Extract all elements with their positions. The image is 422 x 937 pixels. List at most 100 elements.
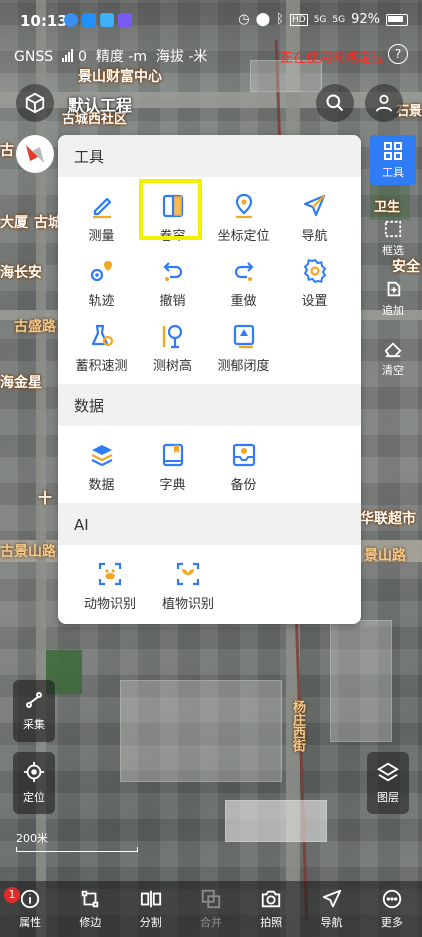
locate-label: 定位 xyxy=(23,791,45,804)
tool-tree-height[interactable]: 测树高 xyxy=(137,315,208,380)
nav-more[interactable]: 更多 xyxy=(362,881,422,937)
map-label: 十 xyxy=(38,491,52,507)
tool-plant-recognition[interactable]: 植物识别 xyxy=(146,553,230,618)
nav-edge-edit[interactable]: 修边 xyxy=(60,881,120,937)
search-button[interactable] xyxy=(316,84,354,122)
status-icons: ◷ ⬤ ᛒ HD 5G 5G 92% xyxy=(238,12,408,27)
collect-label: 采集 xyxy=(23,718,45,731)
navigate-icon xyxy=(322,889,341,908)
gnss-label: GNSS xyxy=(14,49,54,65)
battery-percent: 92% xyxy=(351,12,380,27)
tool-label: 导航 xyxy=(301,229,328,244)
edge-edit-icon xyxy=(82,890,99,908)
section-title-tools: 工具 xyxy=(58,135,361,177)
location-icon: ⬤ xyxy=(255,12,271,27)
signal-icon: 5G xyxy=(313,14,327,25)
tool-undo[interactable]: 撤销 xyxy=(137,250,208,315)
track-icon xyxy=(90,261,112,282)
tool-label: 重做 xyxy=(230,294,257,309)
tool-label: 动物识别 xyxy=(83,597,136,612)
tool-label: 字典 xyxy=(159,478,186,493)
highlight-box xyxy=(139,179,202,240)
battery-icon xyxy=(386,13,408,26)
map-label: 海长安 xyxy=(0,265,42,281)
network-location-warning[interactable]: 正在使用网络定位 xyxy=(280,47,384,66)
map-pin-icon xyxy=(235,193,252,219)
nav-split[interactable]: 分割 xyxy=(121,881,181,937)
merge-icon xyxy=(201,889,221,909)
append-button[interactable]: 追加 xyxy=(370,274,416,324)
satellite-signal-icon xyxy=(61,49,74,66)
section-title-ai: AI xyxy=(58,503,361,545)
map-road-label: 古景山路 xyxy=(0,544,56,560)
accuracy-text: 精度 -m xyxy=(95,49,147,65)
tools-panel: 工具 测量 卷帘 坐标定位 导航 轨迹 撤销 重做 设置 蓄积速测 测树高 测郁… xyxy=(58,135,361,624)
ruler-pencil-icon xyxy=(92,197,111,219)
scale-text: 200米 xyxy=(16,832,48,845)
tool-label: 轨迹 xyxy=(88,294,115,309)
map-scale: 200米 xyxy=(16,830,138,852)
tool-navigation[interactable]: 导航 xyxy=(279,185,350,250)
tools-button[interactable]: 工具 xyxy=(370,135,416,185)
nav-attributes[interactable]: 1 属性 xyxy=(0,881,60,937)
more-dots-icon xyxy=(382,889,401,909)
altitude-text: 海拔 -米 xyxy=(155,49,208,65)
grid-tools-icon xyxy=(384,141,402,160)
tool-track[interactable]: 轨迹 xyxy=(66,250,137,315)
clear-label: 清空 xyxy=(382,364,404,377)
collect-button[interactable]: 采集 xyxy=(13,680,55,742)
tool-stock-measure[interactable]: 蓄积速测 xyxy=(66,315,137,380)
tool-label: 测郁闭度 xyxy=(217,359,270,374)
append-icon xyxy=(387,281,401,297)
locate-button[interactable]: 定位 xyxy=(13,752,55,814)
nav-label: 分割 xyxy=(139,916,162,929)
help-button[interactable]: ? xyxy=(388,44,408,64)
tool-measure[interactable]: 测量 xyxy=(66,185,137,250)
compass-icon xyxy=(26,145,44,163)
tools-label: 工具 xyxy=(382,165,404,179)
project-cube-button[interactable] xyxy=(16,84,54,122)
bottom-nav: 1 属性 修边 分割 合并 拍照 导航 更多 xyxy=(0,881,422,937)
satellite-count: 0 xyxy=(78,49,87,65)
crosshair-icon xyxy=(23,761,45,783)
eraser-icon xyxy=(384,342,402,358)
tool-label: 测量 xyxy=(88,229,115,244)
nav-label: 属性 xyxy=(19,916,42,929)
tool-label: 撤销 xyxy=(159,294,186,309)
compass-button[interactable] xyxy=(16,135,54,173)
tool-coordinate-locate[interactable]: 坐标定位 xyxy=(208,185,279,250)
box-select-button[interactable]: 框选 xyxy=(370,214,416,264)
status-bar: 10:13 ◷ ⬤ ᛒ HD 5G 5G 92% xyxy=(0,0,422,40)
tool-label: 数据 xyxy=(88,478,115,493)
box-select-icon xyxy=(384,220,402,238)
nav-camera[interactable]: 拍照 xyxy=(241,881,301,937)
alarm-icon: ◷ xyxy=(238,12,250,27)
animal-scan-icon xyxy=(98,562,122,586)
tool-backup[interactable]: 备份 xyxy=(208,434,279,499)
gear-icon xyxy=(303,258,326,284)
nav-navigate[interactable]: 导航 xyxy=(301,881,361,937)
map-label: 华联超市 xyxy=(360,511,416,527)
tool-dictionary[interactable]: 字典 xyxy=(137,434,208,499)
nav-label: 拍照 xyxy=(260,916,283,929)
tool-label: 测树高 xyxy=(152,359,192,374)
map-label: 卫生 xyxy=(374,200,401,215)
data-grid: 数据 字典 备份 xyxy=(58,426,361,503)
nav-merge[interactable]: 合并 xyxy=(181,881,241,937)
clear-button[interactable]: 清空 xyxy=(370,334,416,384)
bluetooth-icon: ᛒ xyxy=(276,12,284,27)
collect-path-icon xyxy=(26,692,42,708)
user-button[interactable] xyxy=(365,84,403,122)
tool-canopy[interactable]: 测郁闭度 xyxy=(208,315,279,380)
layers-button[interactable]: 图层 xyxy=(367,752,409,814)
clock: 10:13 xyxy=(20,12,68,30)
tool-redo[interactable]: 重做 xyxy=(208,250,279,315)
user-icon xyxy=(375,94,393,112)
map-label: 景山财富中心 xyxy=(78,69,162,85)
cube-icon xyxy=(25,92,45,114)
append-label: 追加 xyxy=(382,304,404,317)
project-name[interactable]: 默认工程 xyxy=(68,92,132,116)
tool-animal-recognition[interactable]: 动物识别 xyxy=(74,553,146,618)
tool-settings[interactable]: 设置 xyxy=(279,250,350,315)
tool-data[interactable]: 数据 xyxy=(66,434,137,499)
